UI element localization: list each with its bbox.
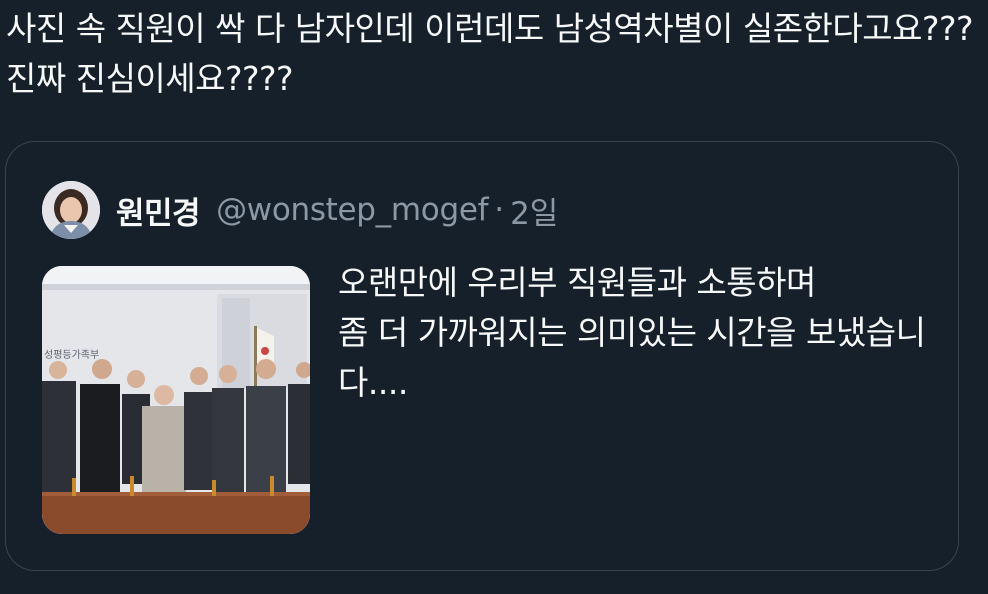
quoted-tweet-header: 원민경 @wonstep_mogef · 2일: [42, 180, 558, 240]
separator-dot: ·: [494, 192, 505, 228]
wall-sign: 성평등가족부: [44, 349, 99, 361]
avatar[interactable]: [42, 181, 100, 239]
quoted-tweet-card[interactable]: 원민경 @wonstep_mogef · 2일 성평등가족부 오랜만에 우리부 …: [5, 141, 959, 571]
user-handle[interactable]: @wonstep_mogef: [216, 192, 488, 228]
tweet-text: 사진 속 직원이 싹 다 남자인데 이런데도 남성역차별이 실존한다고요??? …: [6, 9, 984, 98]
display-name[interactable]: 원민경: [116, 188, 201, 233]
timestamp[interactable]: 2일: [510, 188, 558, 233]
quoted-tweet-body: 오랜만에 우리부 직원들과 소통하며 좀 더 가까워지는 의미있는 시간을 보냈…: [338, 263, 926, 402]
media-thumbnail[interactable]: 성평등가족부: [42, 266, 310, 534]
